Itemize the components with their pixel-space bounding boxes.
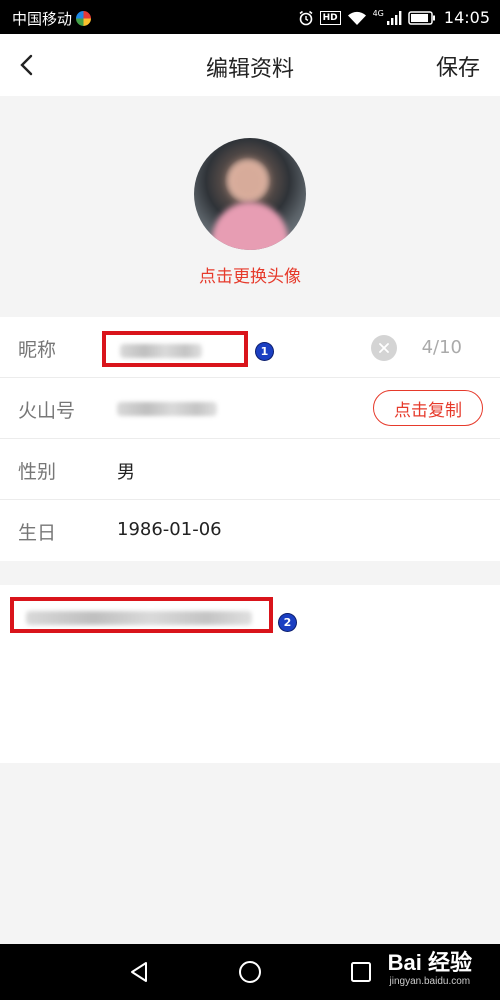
avatar-section: 点击更换头像 bbox=[0, 96, 500, 317]
status-right: HD 4G 14:05 bbox=[298, 8, 490, 27]
carrier-logo-icon bbox=[76, 11, 92, 26]
nickname-row: 昵称 1 4/10 bbox=[0, 317, 500, 378]
char-count: 4/10 bbox=[421, 337, 462, 358]
nav-home-button[interactable] bbox=[236, 958, 264, 986]
triangle-back-icon bbox=[131, 962, 147, 982]
birthday-label: 生日 bbox=[18, 522, 57, 544]
signal-icon bbox=[386, 10, 402, 25]
birthday-value: 1986-01-06 bbox=[117, 519, 222, 540]
page-title: 编辑资料 bbox=[205, 57, 294, 82]
volcano-id-label: 火山号 bbox=[18, 400, 76, 422]
profile-form: 昵称 1 4/10 火山号 点击复制 性别 男 生日 1986-01-06 bbox=[0, 317, 500, 561]
wifi-icon bbox=[347, 11, 366, 25]
bio-section: 2 bbox=[0, 585, 500, 763]
avatar-shirt bbox=[212, 202, 288, 250]
battery-icon bbox=[408, 10, 435, 25]
circle-home-icon bbox=[239, 961, 261, 983]
bio-input[interactable] bbox=[10, 597, 273, 633]
watermark-main: Bai 经验 bbox=[387, 950, 472, 975]
birthday-row[interactable]: 生日 1986-01-06 bbox=[0, 500, 500, 561]
gender-label: 性别 bbox=[18, 461, 57, 483]
avatar[interactable] bbox=[194, 138, 306, 250]
section-divider bbox=[0, 563, 500, 585]
callout-badge-1: 1 bbox=[256, 343, 273, 360]
volcano-id-blurred-value bbox=[117, 402, 217, 416]
watermark-sub: jingyan.baidu.com bbox=[389, 976, 471, 987]
gender-row[interactable]: 性别 男 bbox=[0, 439, 500, 500]
status-bar: 中国移动 HD 4G 14:05 bbox=[0, 0, 500, 34]
carrier-name: 中国移动 bbox=[12, 10, 73, 28]
clear-button[interactable] bbox=[371, 335, 397, 361]
bio-blurred-value bbox=[26, 611, 252, 625]
alarm-icon bbox=[299, 10, 313, 25]
close-icon bbox=[379, 343, 389, 353]
nickname-blurred-value bbox=[120, 344, 202, 358]
gender-value: 男 bbox=[117, 462, 135, 483]
watermark: Bai 经验 jingyan.baidu.com bbox=[388, 950, 472, 988]
avatar-face bbox=[228, 160, 268, 202]
clock: 14:05 bbox=[443, 8, 490, 27]
nickname-label: 昵称 bbox=[18, 339, 57, 361]
hd-badge: HD bbox=[319, 10, 341, 25]
status-left: 中国移动 bbox=[12, 8, 92, 29]
network-type: 4G bbox=[372, 9, 384, 18]
title-bar: 编辑资料 保存 bbox=[0, 34, 500, 96]
callout-badge-2: 2 bbox=[279, 614, 296, 631]
copy-button[interactable]: 点击复制 bbox=[373, 390, 483, 426]
nav-recent-button[interactable] bbox=[347, 958, 375, 986]
volcano-id-row: 火山号 点击复制 bbox=[0, 378, 500, 439]
nav-back-button[interactable] bbox=[125, 958, 153, 986]
save-button[interactable]: 保存 bbox=[436, 50, 480, 82]
nickname-input[interactable] bbox=[102, 331, 248, 367]
change-avatar-link[interactable]: 点击更换头像 bbox=[0, 262, 500, 287]
navigation-bar: Bai 经验 jingyan.baidu.com bbox=[0, 944, 500, 1000]
square-recent-icon bbox=[351, 962, 371, 982]
